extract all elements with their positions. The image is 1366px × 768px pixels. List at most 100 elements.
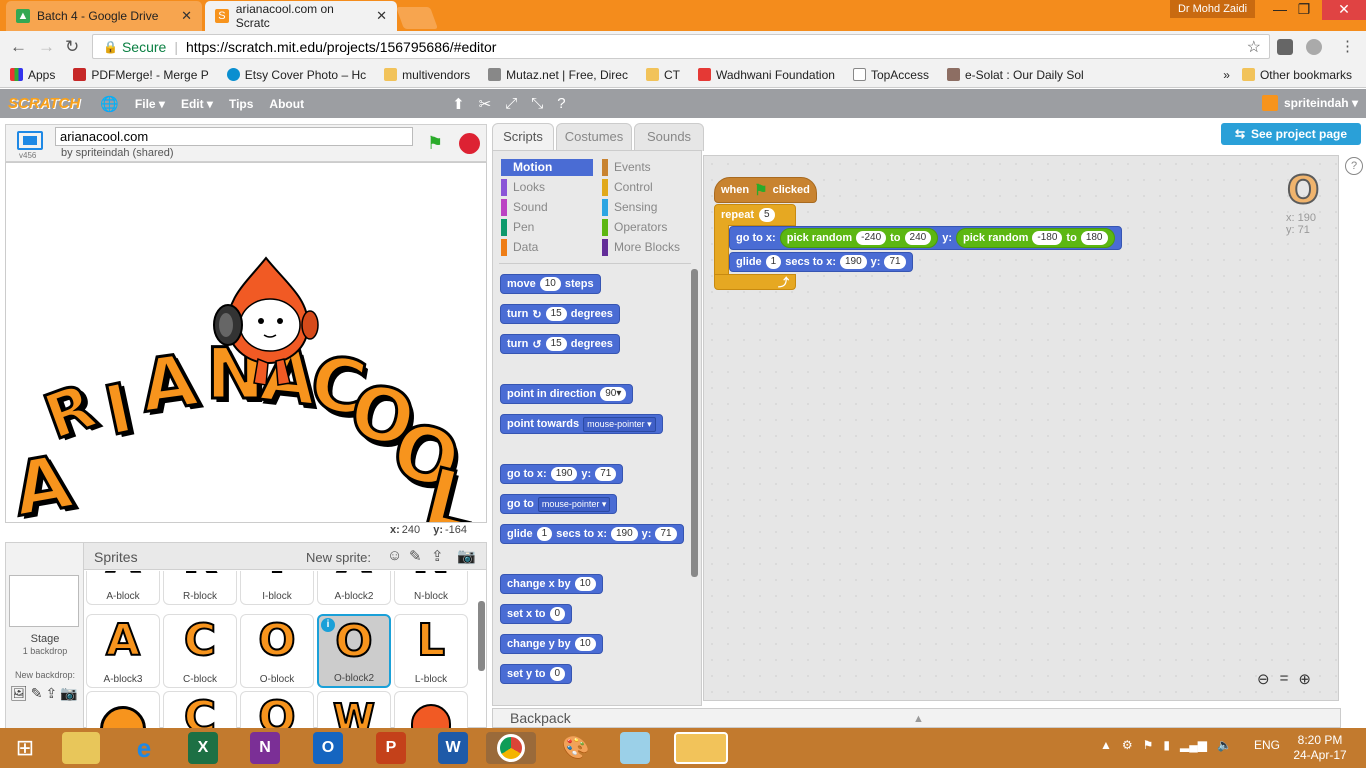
category-control[interactable]: Control (602, 179, 696, 196)
category-events[interactable]: Events (602, 159, 696, 176)
category-motion[interactable]: Motion (501, 159, 593, 176)
script-go-to-random[interactable]: go to x: pick random -240 to 240 y: pick ra… (729, 226, 1122, 250)
bookmark-pdfmerge[interactable]: PDFMerge! - Merge P (73, 68, 209, 82)
scratch-logo[interactable]: SCRATCH (8, 95, 80, 112)
star-icon[interactable]: ☆ (1247, 37, 1261, 57)
address-bar[interactable]: 🔒 Secure | https://scratch.mit.edu/proje… (92, 34, 1270, 59)
bookmarks-more[interactable]: » (1223, 68, 1230, 82)
sprite-i-block[interactable]: II-block (240, 571, 314, 605)
maximize-icon[interactable]: ❐ (1282, 0, 1326, 20)
outlook-icon[interactable]: O (313, 732, 343, 764)
backdrop-library-icon[interactable]: 🖼 (10, 685, 28, 702)
script-glide[interactable]: glide 1 secs to x: 190 y: 71 (729, 252, 913, 272)
zoom-reset-icon[interactable]: = (1280, 670, 1289, 690)
repeat-block[interactable]: repeat 5 (714, 204, 796, 226)
duplicate-icon[interactable]: ⬆ (452, 95, 465, 113)
ie-icon[interactable]: e (125, 732, 163, 764)
stage-thumbnail[interactable] (9, 575, 79, 627)
wifi-icon[interactable]: ▂▄▆ (1180, 738, 1207, 752)
pick-random-y[interactable]: pick random -180 to 180 (956, 228, 1115, 248)
tab-scratch[interactable]: S arianacool.com on Scratc ✕ (205, 1, 397, 31)
sprite-library-icon[interactable]: ☺ (387, 547, 402, 564)
menu-tips[interactable]: Tips (229, 97, 253, 111)
block-go-to[interactable]: go to mouse-pointer ▾ (500, 494, 618, 514)
cut-icon[interactable]: ✂ (479, 95, 492, 113)
paint-backdrop-icon[interactable]: ✎ (31, 685, 43, 702)
powerpoint-icon[interactable]: P (376, 732, 406, 764)
tab-costumes[interactable]: Costumes (556, 123, 632, 151)
window-close-icon[interactable]: ✕ (1322, 0, 1366, 20)
new-tab-button[interactable] (395, 7, 439, 29)
clock[interactable]: 8:20 PM 24-Apr-17 (1290, 733, 1350, 763)
word-icon[interactable]: W (438, 732, 468, 764)
bookmark-wadhwani[interactable]: Wadhwani Foundation (697, 68, 835, 82)
sprite-o-block[interactable]: O O-block (240, 614, 314, 688)
sprite-c-block2[interactable]: C (163, 691, 237, 728)
sprite-list-scrollbar[interactable] (478, 601, 485, 671)
block-set-x[interactable]: set x to 0 (500, 604, 573, 624)
browser-user-badge[interactable]: Dr Mohd Zaidi (1170, 0, 1255, 18)
category-sensing[interactable]: Sensing (602, 199, 696, 216)
backdrop-camera-icon[interactable]: 📷 (60, 685, 77, 702)
block-change-y[interactable]: change y by 10 (500, 634, 603, 654)
block-help-icon[interactable]: ? (557, 95, 565, 112)
tab-scripts[interactable]: Scripts (492, 123, 554, 151)
menu-icon[interactable]: ⋮ (1340, 37, 1355, 55)
backpack-bar[interactable]: Backpack ▲ (492, 708, 1341, 728)
zoom-in-icon[interactable]: ⊕ (1298, 670, 1311, 690)
when-flag-clicked-block[interactable]: when ⚑ clicked (714, 177, 817, 203)
project-title-input[interactable]: arianacool.com (55, 127, 413, 146)
paint-icon[interactable]: 🎨 (557, 732, 595, 764)
close-icon[interactable]: ✕ (181, 8, 192, 24)
grow-icon[interactable]: ⤢ (505, 95, 517, 112)
sprite-a-block3[interactable]: A A-block3 (86, 614, 160, 688)
skype-icon[interactable] (1306, 39, 1322, 55)
sprite-c-block[interactable]: C C-block (163, 614, 237, 688)
block-set-y[interactable]: set y to 0 (500, 664, 573, 684)
scratch-offline-icon[interactable] (674, 732, 728, 764)
network-icon[interactable]: ⚙ (1122, 738, 1133, 752)
green-flag-icon[interactable]: ⚑ (427, 133, 443, 154)
category-looks[interactable]: Looks (501, 179, 593, 196)
block-turn-right[interactable]: turn ↻ 15 degrees (500, 304, 620, 324)
bookmark-other[interactable]: Other bookmarks (1241, 68, 1352, 82)
forward-icon[interactable]: → (38, 37, 55, 57)
sprite-o-block3[interactable]: O (240, 691, 314, 728)
upload-sprite-icon[interactable]: ⇪ (431, 547, 444, 565)
notepad-icon[interactable] (620, 732, 650, 764)
menu-edit[interactable]: Edit ▾ (181, 97, 213, 111)
sprite-a-block[interactable]: AA-block (86, 571, 160, 605)
zoom-out-icon[interactable]: ⊖ (1257, 670, 1270, 690)
tab-sounds[interactable]: Sounds (634, 123, 704, 151)
sprite-r-block[interactable]: RR-block (163, 571, 237, 605)
bookmark-mutaz[interactable]: Mutaz.net | Free, Direc (488, 68, 628, 82)
bookmark-multivendors[interactable]: multivendors (384, 68, 470, 82)
menu-file[interactable]: File ▾ (135, 97, 165, 111)
windows-start-icon[interactable]: ⊞ (6, 732, 44, 764)
category-more-blocks[interactable]: More Blocks (602, 239, 696, 256)
language-indicator[interactable]: ENG (1254, 738, 1280, 752)
scripts-area[interactable]: when ⚑ clicked repeat 5 ⤴ go to x: pick ran… (703, 155, 1339, 701)
scratch-user-menu[interactable]: spriteindah ▾ (1261, 95, 1358, 111)
category-sound[interactable]: Sound (501, 199, 593, 216)
back-icon[interactable]: ← (10, 37, 27, 57)
category-operators[interactable]: Operators (602, 219, 696, 236)
bookmark-esolat[interactable]: e-Solat : Our Daily Sol (946, 68, 1084, 82)
sprite-l-block[interactable]: L L-block (394, 614, 468, 688)
block-turn-left[interactable]: turn ↺ 15 degrees (500, 334, 620, 354)
block-change-x[interactable]: change x by 10 (500, 574, 603, 594)
stop-icon[interactable] (459, 133, 480, 154)
sprite-a-block2[interactable]: AA-block2 (317, 571, 391, 605)
block-point-towards[interactable]: point towards mouse-pointer ▾ (500, 414, 663, 434)
sprite-dot[interactable] (86, 691, 160, 728)
info-icon[interactable]: i (321, 618, 335, 632)
extension-icon[interactable] (1277, 39, 1293, 55)
category-data[interactable]: Data (501, 239, 593, 256)
palette-scrollbar[interactable] (691, 269, 698, 577)
sprite-n-block[interactable]: NN-block (394, 571, 468, 605)
fullscreen-icon[interactable] (17, 131, 43, 150)
battery-icon[interactable]: ▮ (1163, 738, 1170, 752)
see-project-page-button[interactable]: ⇆ See project page (1221, 123, 1361, 145)
help-icon[interactable]: ? (1345, 157, 1363, 175)
block-move[interactable]: move 10 steps (500, 274, 601, 294)
